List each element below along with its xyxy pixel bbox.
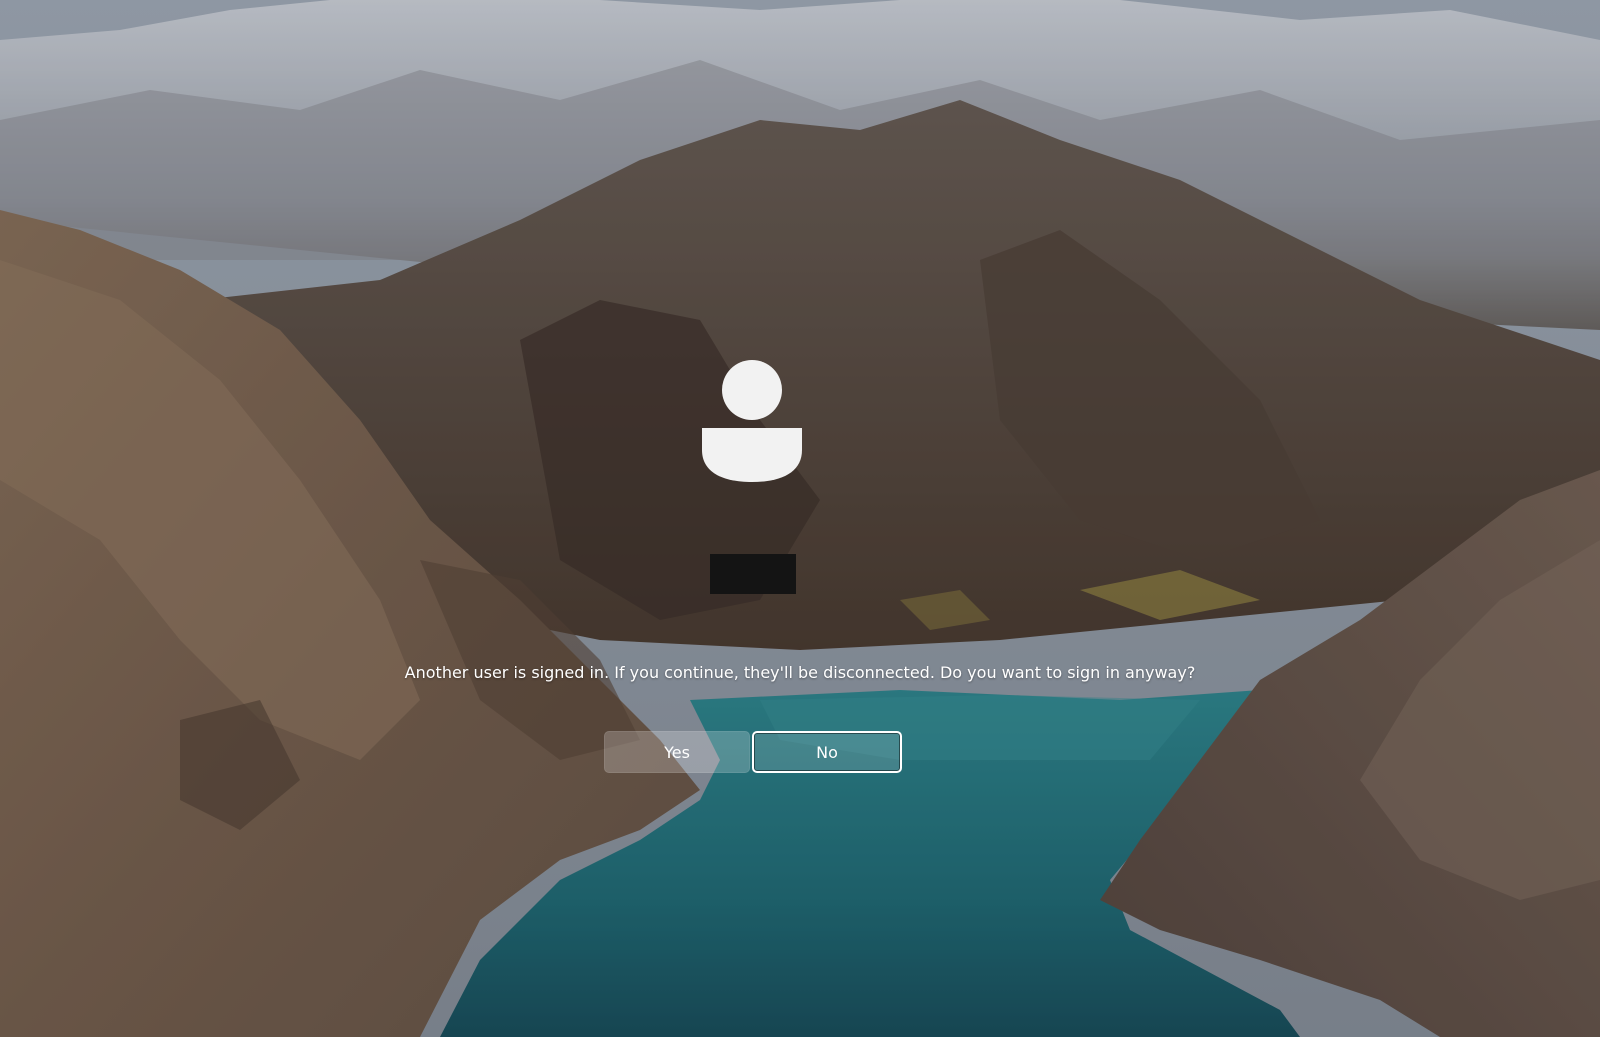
sign-in-warning-message: Another user is signed in. If you contin… <box>404 663 1196 682</box>
background-dim-overlay <box>0 0 1600 1037</box>
no-button[interactable]: No <box>752 731 902 773</box>
windows-sign-in-screen: Another user is signed in. If you contin… <box>0 0 1600 1037</box>
default-user-icon <box>702 360 802 482</box>
redacted-username <box>710 554 796 594</box>
yes-button[interactable]: Yes <box>604 731 750 773</box>
